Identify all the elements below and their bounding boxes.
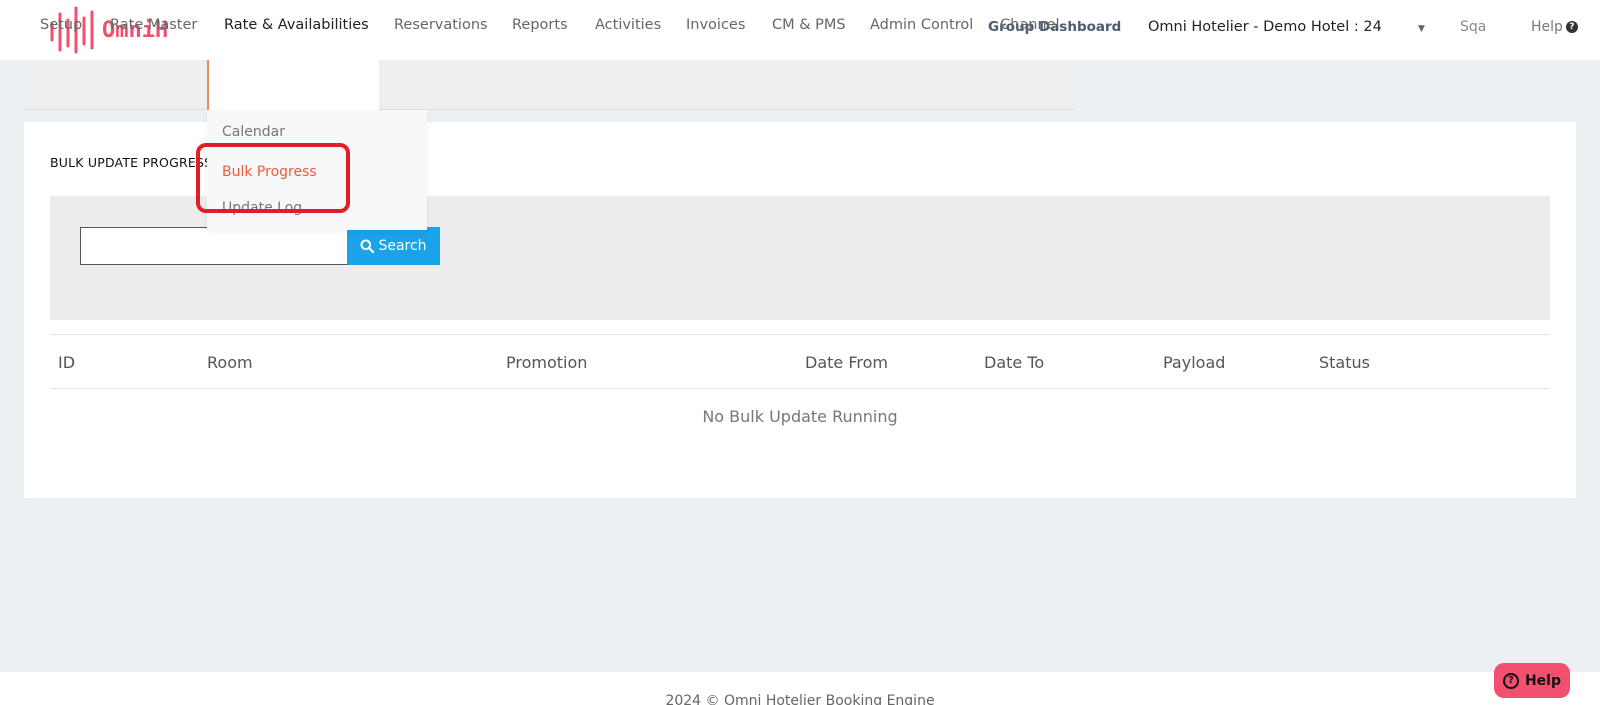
main-nav [24, 60, 1074, 110]
empty-table-message: No Bulk Update Running [702, 407, 898, 426]
nav-channel[interactable]: Channel [1000, 17, 1060, 33]
footer-copyright: 2024 © Omni Hotelier Booking Engine [665, 693, 935, 705]
nav-divider [24, 109, 1074, 110]
hotel-selector[interactable]: Omni Hotelier - Demo Hotel : 24 [1148, 19, 1382, 35]
nav-reports[interactable]: Reports [512, 17, 568, 33]
search-input[interactable] [80, 227, 348, 265]
user-menu[interactable]: Sqa [1460, 19, 1486, 35]
nav-admin-control[interactable]: Admin Control [870, 17, 973, 33]
dropdown-item-bulk-progress[interactable]: Bulk Progress [222, 164, 317, 180]
dropdown-item-calendar[interactable]: Calendar [222, 124, 285, 140]
question-circle-icon: ? [1502, 672, 1519, 689]
caret-down-icon[interactable]: ▼ [1418, 24, 1425, 34]
column-header-promotion: Promotion [506, 353, 588, 372]
column-header-payload: Payload [1163, 353, 1226, 372]
table-top-border [50, 334, 1550, 335]
help-link[interactable]: Help ? [1531, 19, 1578, 35]
nav-activities[interactable]: Activities [595, 17, 661, 33]
nav-rate-master[interactable]: Rate Master [110, 17, 197, 33]
column-header-id: ID [58, 353, 76, 372]
search-icon [360, 239, 375, 253]
column-header-status: Status [1319, 353, 1370, 372]
nav-invoices[interactable]: Invoices [686, 17, 745, 33]
search-button[interactable]: Search [347, 227, 440, 265]
nav-rate-availabilities[interactable]: Rate & Availabilities [224, 17, 369, 33]
column-header-date-to: Date To [984, 353, 1045, 372]
nav-reservations[interactable]: Reservations [394, 17, 488, 33]
question-circle-icon: ? [1565, 21, 1578, 33]
floating-help-label: Help [1524, 672, 1562, 689]
table-header-border [50, 388, 1550, 389]
search-button-label: Search [378, 238, 427, 254]
column-header-room: Room [207, 353, 253, 372]
floating-help-button[interactable]: ? Help [1494, 663, 1570, 698]
page-title: BULK UPDATE PROGRESS [50, 155, 213, 170]
column-header-date-from: Date From [805, 353, 888, 372]
nav-cm-pms[interactable]: CM & PMS [772, 17, 846, 33]
nav-setup[interactable]: Setup [40, 17, 82, 33]
nav-active-indicator [207, 60, 379, 110]
help-link-label: Help [1531, 19, 1563, 35]
